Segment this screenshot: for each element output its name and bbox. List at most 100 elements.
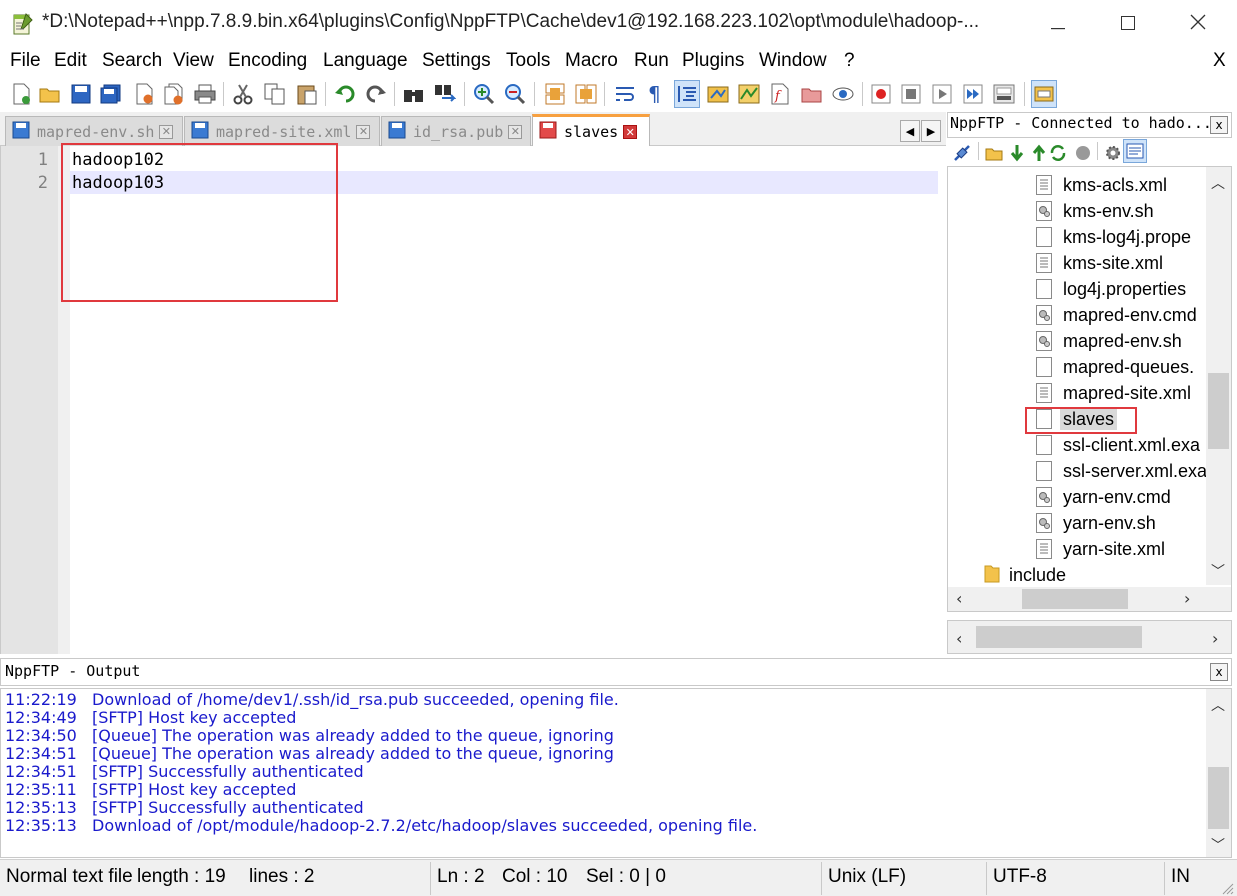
find-icon[interactable] <box>401 80 427 108</box>
tree-file-log4j-properties[interactable]: log4j.properties <box>1036 276 1186 302</box>
chevron-down-icon[interactable]: ﹀ <box>1211 835 1225 855</box>
tab-close-icon[interactable]: ✕ <box>623 125 638 139</box>
stop-recording-icon[interactable] <box>898 80 924 108</box>
tab-scroll-left-button[interactable]: ◀ <box>900 120 920 142</box>
tree-file-mapred-site-xml[interactable]: mapred-site.xml <box>1036 380 1191 406</box>
menu-encoding[interactable]: Encoding <box>228 50 307 72</box>
chevron-up-icon[interactable]: ︿ <box>1211 173 1225 193</box>
tree-horizontal-scrollbar[interactable]: ‹ › <box>948 587 1206 611</box>
record-macro-icon[interactable] <box>868 80 894 108</box>
nppftp-show-window-icon[interactable] <box>1031 80 1057 108</box>
menu-settings[interactable]: Settings <box>422 50 491 72</box>
abort-icon[interactable] <box>1070 139 1096 167</box>
monitoring-icon[interactable] <box>830 80 856 108</box>
chevron-left-icon[interactable]: ‹ <box>956 589 962 608</box>
menu-file[interactable]: File <box>10 50 41 72</box>
copy-icon[interactable] <box>262 80 288 108</box>
document-map-icon[interactable] <box>736 80 762 108</box>
tree-file-kms-log4j-properties[interactable]: kms-log4j.prope <box>1036 224 1191 250</box>
save-macro-icon[interactable] <box>991 80 1017 108</box>
close-button[interactable] <box>1163 0 1233 48</box>
tree-file-yarn-env-sh[interactable]: yarn-env.sh <box>1036 510 1156 536</box>
tree-vertical-scrollbar[interactable]: ︿ ﹀ <box>1206 167 1231 585</box>
output-close-button[interactable]: x <box>1210 663 1228 681</box>
scrollbar-thumb[interactable] <box>976 626 1142 648</box>
tab-scroll-right-button[interactable]: ▶ <box>921 120 941 142</box>
menu-view[interactable]: View <box>173 50 214 72</box>
menu-tools[interactable]: Tools <box>506 50 550 72</box>
chevron-up-icon[interactable]: ︿ <box>1211 695 1225 715</box>
menu-language[interactable]: Language <box>323 50 408 72</box>
zoom-in-icon[interactable] <box>471 80 497 108</box>
tab-mapred-site-xml[interactable]: mapred-site.xml ✕ <box>184 116 380 146</box>
scrollbar-thumb[interactable] <box>1022 589 1128 609</box>
chevron-right-icon[interactable]: › <box>1212 629 1218 648</box>
tab-close-icon[interactable]: ✕ <box>159 124 174 139</box>
tree-file-kms-env-sh[interactable]: kms-env.sh <box>1036 198 1154 224</box>
log-time: 12:34:51 <box>5 762 77 781</box>
minimize-button[interactable] <box>1023 0 1093 48</box>
tree-file-mapred-env-cmd[interactable]: mapred-env.cmd <box>1036 302 1197 328</box>
function-list-icon[interactable]: f <box>767 80 793 108</box>
undo-icon[interactable] <box>332 80 358 108</box>
refresh-icon[interactable] <box>1045 139 1071 167</box>
replace-icon[interactable] <box>432 80 458 108</box>
tree-file-name: ssl-server.xml.exa <box>1063 460 1208 481</box>
nppftp-close-button[interactable]: x <box>1210 116 1228 134</box>
zoom-out-icon[interactable] <box>502 80 528 108</box>
menu-plugins[interactable]: Plugins <box>682 50 744 72</box>
playback-macro-icon[interactable] <box>929 80 955 108</box>
scrollbar-thumb[interactable] <box>1208 373 1229 449</box>
paste-icon[interactable] <box>294 80 320 108</box>
cut-icon[interactable] <box>230 80 256 108</box>
indent-guide-icon[interactable] <box>674 80 700 108</box>
maximize-button[interactable] <box>1093 0 1163 48</box>
connect-icon[interactable] <box>949 139 975 167</box>
chevron-down-icon[interactable]: ﹀ <box>1211 561 1225 581</box>
save-icon[interactable] <box>68 80 94 108</box>
chevron-right-icon[interactable]: › <box>1184 589 1190 608</box>
tree-file-ssl-client-xml-example[interactable]: ssl-client.xml.exa <box>1036 432 1200 458</box>
message-window-icon[interactable] <box>1123 139 1147 163</box>
scrollbar-thumb[interactable] <box>1208 767 1229 829</box>
menu-window[interactable]: Window <box>759 50 827 72</box>
menu-search[interactable]: Search <box>102 50 162 72</box>
menu-close-document[interactable]: X <box>1213 50 1226 72</box>
log-message: Download of /home/dev1/.ssh/id_rsa.pub s… <box>92 690 619 709</box>
tree-file-kms-site-xml[interactable]: kms-site.xml <box>1036 250 1163 276</box>
tree-file-ssl-server-xml-example[interactable]: ssl-server.xml.exa <box>1036 458 1207 484</box>
new-file-icon[interactable] <box>8 80 34 108</box>
tab-id-rsa-pub[interactable]: id_rsa.pub ✕ <box>381 116 531 146</box>
tree-file-mapred-queues[interactable]: mapred-queues. <box>1036 354 1194 380</box>
tree-folder-include[interactable]: include <box>984 562 1066 588</box>
tree-file-mapred-env-sh[interactable]: mapred-env.sh <box>1036 328 1182 354</box>
menu-run[interactable]: Run <box>634 50 669 72</box>
show-all-characters-icon[interactable]: ¶ <box>642 80 668 108</box>
close-file-icon[interactable] <box>131 80 157 108</box>
tree-file-yarn-site-xml[interactable]: yarn-site.xml <box>1036 536 1165 562</box>
resize-grip-icon[interactable] <box>1220 880 1234 896</box>
tree-file-yarn-env-cmd[interactable]: yarn-env.cmd <box>1036 484 1171 510</box>
tree-file-kms-acls-xml[interactable]: kms-acls.xml <box>1036 172 1167 198</box>
sync-vertical-icon[interactable] <box>542 80 568 108</box>
menu-help[interactable]: ? <box>844 50 855 72</box>
tab-close-icon[interactable]: ✕ <box>356 124 371 139</box>
print-icon[interactable] <box>192 80 218 108</box>
save-all-icon[interactable] <box>98 80 124 108</box>
chevron-left-icon[interactable]: ‹ <box>956 629 962 648</box>
close-all-icon[interactable] <box>161 80 187 108</box>
output-vertical-scrollbar[interactable]: ︿ ﹀ <box>1206 689 1231 857</box>
sync-horizontal-icon[interactable] <box>573 80 599 108</box>
open-file-icon[interactable] <box>37 80 63 108</box>
user-defined-language-icon[interactable] <box>705 80 731 108</box>
window-title: *D:\Notepad++\npp.7.8.9.bin.x64\plugins\… <box>42 11 980 32</box>
word-wrap-icon[interactable] <box>612 80 638 108</box>
run-macro-multiple-icon[interactable] <box>960 80 986 108</box>
redo-icon[interactable] <box>363 80 389 108</box>
menu-macro[interactable]: Macro <box>565 50 618 72</box>
tab-slaves[interactable]: slaves ✕ <box>532 114 650 147</box>
folder-as-workspace-icon[interactable] <box>799 80 825 108</box>
menu-edit[interactable]: Edit <box>54 50 87 72</box>
tab-mapred-env-sh[interactable]: mapred-env.sh ✕ <box>5 116 183 146</box>
tab-close-icon[interactable]: ✕ <box>508 124 523 139</box>
